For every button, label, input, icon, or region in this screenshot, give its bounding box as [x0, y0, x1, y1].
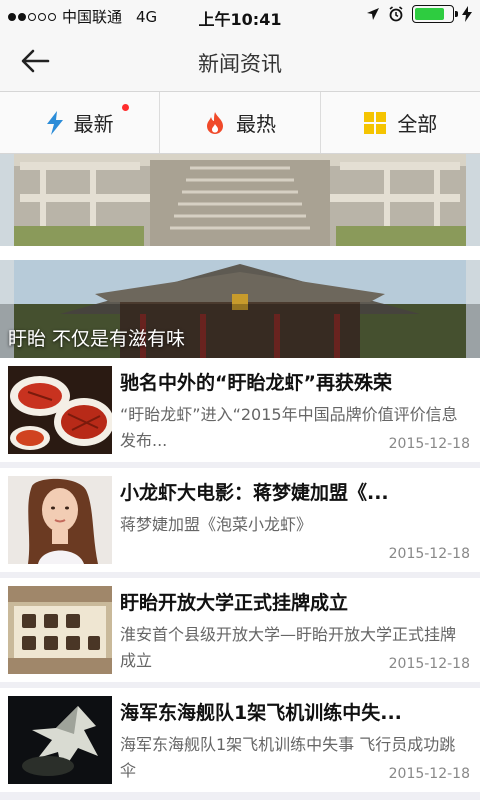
location-arrow-icon [367, 8, 379, 20]
battery-fill [415, 8, 444, 20]
charging-bolt-icon [462, 6, 472, 22]
tab-all[interactable]: 全部 [321, 92, 480, 153]
tab-latest[interactable]: 最新 [0, 92, 161, 153]
news-title: 驰名中外的“盱眙龙虾”再获殊荣 [120, 372, 392, 394]
fire-icon [206, 111, 223, 134]
lightning-icon [46, 110, 63, 135]
crayfish-dish-image [8, 366, 112, 454]
status-bar: 中国联通 4G 上午10:41 [0, 0, 480, 30]
news-item[interactable]: 驰名中外的“盱眙龙虾”再获殊荣 “盱眙龙虾”进入“2015年中国品牌价值评价信息… [0, 358, 480, 462]
tab-all-label: 全部 [397, 112, 438, 136]
news-title: 盱眙开放大学正式挂牌成立 [120, 592, 349, 614]
alarm-clock-icon [389, 6, 403, 22]
tab-bar: 最新 最热 全部 [0, 92, 480, 154]
status-right [366, 5, 472, 23]
banner-caption: 盱眙 不仅是有滋有味 [8, 328, 186, 350]
tab-hottest-label: 最热 [235, 112, 276, 136]
page-title: 新闻资讯 [198, 52, 282, 76]
nav-bar: 新闻资讯 [0, 30, 480, 92]
news-title: 海军东海舰队1架飞机训练中失... [120, 702, 402, 724]
news-date: 2015-12-18 [388, 766, 470, 782]
grid-icon [364, 111, 387, 134]
news-item[interactable]: 小龙虾大电影：蒋梦婕加盟《... 蒋梦婕加盟《泡菜小龙虾》 2015-12-18 [0, 468, 480, 572]
news-item[interactable]: 盱眙开放大学正式挂牌成立 淮安首个县级开放大学—盱眙开放大学正式挂牌成立 201… [0, 578, 480, 682]
battery-icon [412, 5, 458, 23]
news-date: 2015-12-18 [388, 546, 470, 562]
calligraphy-plaque-image [8, 586, 112, 674]
night-aircraft-image [8, 696, 112, 784]
tab-hottest[interactable]: 最热 [160, 92, 321, 153]
new-badge-dot [122, 104, 129, 111]
news-title: 小龙虾大电影：蒋梦婕加盟《... [120, 482, 389, 504]
actress-portrait-image [8, 476, 112, 564]
banner-carousel[interactable]: 盱眙 不仅是有滋有味 [0, 154, 480, 358]
news-summary: 蒋梦婕加盟《泡菜小龙虾》 [120, 515, 313, 534]
news-item[interactable]: 海军东海舰队1架飞机训练中失... 海军东海舰队1架飞机训练中失事 飞行员成功跳… [0, 688, 480, 792]
news-date: 2015-12-18 [388, 656, 470, 672]
tab-latest-label: 最新 [73, 112, 114, 136]
news-date: 2015-12-18 [388, 436, 470, 452]
